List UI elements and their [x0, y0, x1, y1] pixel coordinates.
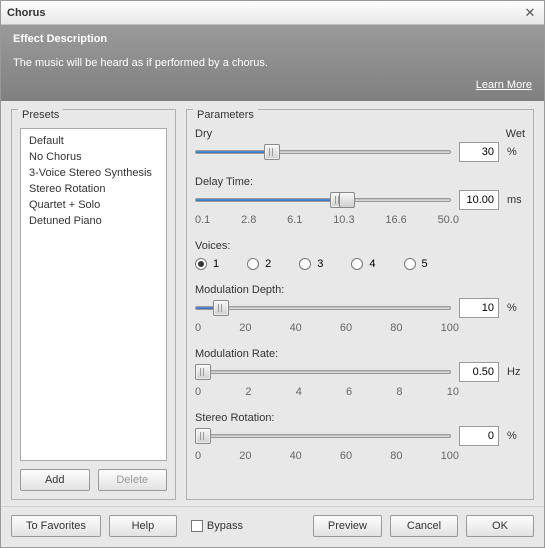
radio-icon: [351, 258, 363, 270]
cancel-button[interactable]: Cancel: [390, 515, 458, 537]
dry-label: Dry: [195, 128, 212, 140]
radio-icon: [404, 258, 416, 270]
voices-label: Voices:: [195, 240, 230, 252]
presets-panel: Presets Default No Chorus 3-Voice Stereo…: [11, 109, 176, 500]
delay-unit: ms: [507, 194, 525, 206]
mod-rate-input[interactable]: [459, 362, 499, 382]
close-icon[interactable]: ✕: [522, 5, 538, 21]
presets-title: Presets: [18, 109, 63, 121]
delay-label: Delay Time:: [195, 176, 253, 188]
presets-list[interactable]: Default No Chorus 3-Voice Stereo Synthes…: [20, 128, 167, 461]
titlebar: Chorus ✕: [1, 1, 544, 25]
stereo-label: Stereo Rotation:: [195, 412, 275, 424]
mod-rate-label: Modulation Rate:: [195, 348, 278, 360]
preset-item[interactable]: 3-Voice Stereo Synthesis: [23, 165, 164, 181]
mod-depth-label: Modulation Depth:: [195, 284, 284, 296]
voices-option-5[interactable]: 5: [404, 258, 428, 270]
description-heading: Effect Description: [13, 33, 532, 45]
checkbox-icon: [191, 520, 203, 532]
radio-icon: [299, 258, 311, 270]
ok-button[interactable]: OK: [466, 515, 534, 537]
radio-icon: [195, 258, 207, 270]
parameters-panel: Parameters Dry Wet % Delay Time:: [186, 109, 534, 500]
footer: To Favorites Help Bypass Preview Cancel …: [1, 506, 544, 547]
mod-depth-unit: %: [507, 302, 525, 314]
parameters-title: Parameters: [193, 109, 258, 121]
stereo-slider[interactable]: [195, 427, 451, 445]
add-button[interactable]: Add: [20, 469, 90, 491]
delete-button[interactable]: Delete: [98, 469, 168, 491]
preset-item[interactable]: Default: [23, 133, 164, 149]
dry-wet-input[interactable]: [459, 142, 499, 162]
preset-item[interactable]: Detuned Piano: [23, 213, 164, 229]
mod-rate-unit: Hz: [507, 366, 525, 378]
to-favorites-button[interactable]: To Favorites: [11, 515, 101, 537]
voices-option-4[interactable]: 4: [351, 258, 375, 270]
stereo-unit: %: [507, 430, 525, 442]
preset-item[interactable]: Stereo Rotation: [23, 181, 164, 197]
description-text: The music will be heard as if performed …: [13, 57, 532, 69]
bypass-checkbox[interactable]: Bypass: [191, 520, 243, 532]
wet-label: Wet: [506, 128, 525, 140]
mod-depth-slider[interactable]: [195, 299, 451, 317]
effect-description: Effect Description The music will be hea…: [1, 25, 544, 101]
chorus-dialog: Chorus ✕ Effect Description The music wi…: [0, 0, 545, 548]
dialog-title: Chorus: [7, 7, 522, 19]
voices-option-1[interactable]: 1: [195, 258, 219, 270]
stereo-input[interactable]: [459, 426, 499, 446]
radio-icon: [247, 258, 259, 270]
delay-slider[interactable]: [195, 191, 451, 209]
voices-radio-group: 1 2 3 4 5: [195, 258, 525, 270]
learn-more-link[interactable]: Learn More: [476, 79, 532, 91]
mod-depth-input[interactable]: [459, 298, 499, 318]
voices-option-3[interactable]: 3: [299, 258, 323, 270]
dry-wet-slider[interactable]: [195, 143, 451, 161]
preset-item[interactable]: Quartet + Solo: [23, 197, 164, 213]
dry-wet-unit: %: [507, 146, 525, 158]
voices-option-2[interactable]: 2: [247, 258, 271, 270]
preview-button[interactable]: Preview: [313, 515, 382, 537]
mod-rate-slider[interactable]: [195, 363, 451, 381]
preset-item[interactable]: No Chorus: [23, 149, 164, 165]
help-button[interactable]: Help: [109, 515, 177, 537]
delay-input[interactable]: [459, 190, 499, 210]
